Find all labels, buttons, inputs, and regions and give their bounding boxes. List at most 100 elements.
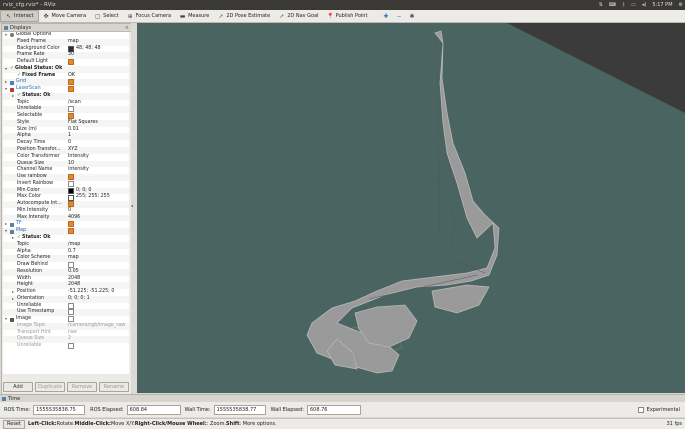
property-checkbox[interactable] [68,228,74,235]
property-checkbox[interactable] [68,174,74,181]
display-row[interactable]: Autocompute Int... [3,201,129,208]
expand-right-icon[interactable]: ▸ [12,235,14,242]
expand-down-icon[interactable]: ▾ [5,316,7,323]
power-icon[interactable]: ⚙ [679,2,683,8]
property-value[interactable]: intensity [68,167,89,174]
collapse-arrow-icon[interactable]: ◂ [131,203,133,208]
expand-right-icon[interactable]: ▸ [12,93,14,100]
property-checkbox[interactable] [68,343,74,350]
display-row[interactable]: ▾ LaserScan [3,86,129,93]
property-value[interactable]: 0 [68,140,71,147]
minus-icon[interactable]: − [396,13,401,20]
property-value[interactable]: 255; 255; 255 [68,194,110,201]
property-checkbox[interactable] [68,262,74,269]
expand-right-icon[interactable]: ▸ [12,296,14,303]
display-row[interactable]: Invert Rainbow [3,180,129,188]
plus-move-icon[interactable]: ✚ [383,13,388,20]
wall-time-field[interactable]: 1555535838.77 [213,404,266,415]
ros-time-field[interactable]: 1555535838.75 [33,404,86,415]
property-value[interactable] [68,113,74,120]
tool-2d-pose-estimate-button[interactable]: ➚ 2D Pose Estimate [213,11,274,21]
tool-move-camera-button[interactable]: ✥ Move Camera [39,11,91,21]
property-value[interactable]: 4096 [68,215,80,222]
property-checkbox[interactable] [68,316,74,323]
remove-button[interactable]: Remove [67,382,97,392]
display-row[interactable]: ▸ ✓Status: Ok [3,92,129,100]
property-value[interactable] [68,228,74,235]
displays-tree[interactable]: ▾ Global Options Fixed Frame map Background … [3,32,129,374]
property-value[interactable] [68,174,74,181]
display-row[interactable]: Color Transformer Intensity [3,154,129,161]
display-row[interactable]: ▾ Global Options [3,32,129,39]
expand-right-icon[interactable]: ▸ [5,79,7,86]
property-value[interactable]: 0.7 [68,249,76,256]
display-row[interactable]: ▾ ✓Global Status: Ok [3,65,129,73]
property-value[interactable] [68,59,74,66]
property-value[interactable] [68,309,74,316]
display-row[interactable]: Draw Behind [3,262,129,269]
property-value[interactable]: 0 [68,208,71,215]
display-row[interactable]: Default Light [3,59,129,66]
property-checkbox[interactable] [68,106,74,113]
property-value[interactable]: OK [68,73,75,80]
volume-icon[interactable]: ◂) [642,2,646,8]
display-row[interactable]: Use rainbow [3,174,129,181]
property-value[interactable]: 0; 0; 0; 1 [68,296,90,303]
display-row[interactable]: Decay Time 0 [3,140,129,147]
property-value[interactable]: map [68,255,79,262]
property-checkbox[interactable] [68,180,74,187]
panel-splitter[interactable]: ◂ [131,23,136,393]
property-value[interactable]: map [68,39,79,46]
clock[interactable]: 5:17 PM [652,2,672,8]
display-row[interactable]: Unreliable [3,343,129,350]
display-row[interactable]: ▸ ✓Status: Ok [3,235,129,242]
property-value[interactable] [68,201,74,208]
expand-down-icon[interactable]: ▾ [5,32,7,39]
tool-2d-nav-goal-button[interactable]: ➚ 2D Nav Goal [274,11,322,21]
add-button[interactable]: Add [3,382,33,392]
property-checkbox[interactable] [68,302,74,309]
property-value[interactable]: 0.05 [68,269,79,276]
display-row[interactable]: ▾ Map [3,228,129,235]
expand-right-icon[interactable]: ▸ [5,221,7,228]
battery-icon[interactable]: ▭ [631,2,636,8]
tool-interact-button[interactable]: ↖ Interact [0,10,39,22]
tool-select-button[interactable]: ▢ Select [90,11,122,21]
duplicate-button[interactable]: Duplicate [35,382,65,392]
property-checkbox[interactable] [68,59,74,66]
color-swatch[interactable] [68,194,74,201]
color-swatch[interactable] [68,188,74,194]
property-value[interactable] [68,79,74,86]
property-value[interactable] [68,316,74,323]
property-value[interactable]: 30 [68,52,74,59]
property-value[interactable]: Intensity [68,154,89,161]
display-row[interactable]: Selectable [3,113,129,120]
property-value[interactable]: XYZ [68,147,78,154]
property-value[interactable] [68,180,74,187]
property-value[interactable]: /map [68,242,80,249]
property-value[interactable] [68,106,74,113]
property-value[interactable] [68,302,74,309]
zoom-icon[interactable]: ✱ [409,13,414,20]
property-checkbox[interactable] [68,113,74,120]
ros-elapsed-field[interactable]: 608.84 [126,404,181,415]
property-value[interactable] [68,221,74,228]
keyboard-icon[interactable]: ⌨ [609,2,616,8]
property-value[interactable]: /scan [68,100,81,107]
display-row[interactable]: Fixed Frame map [3,38,129,46]
property-checkbox[interactable] [68,309,74,316]
display-row[interactable]: Position Transfor... XYZ [3,147,129,154]
experimental-checkbox[interactable] [637,406,644,413]
property-value[interactable] [68,86,74,93]
property-checkbox[interactable] [68,221,74,228]
property-checkbox[interactable] [68,201,74,208]
display-row[interactable]: Topic/map [3,241,129,249]
display-row[interactable]: Min Intensity 0 [3,208,129,215]
display-row[interactable]: ▾ Image [3,316,129,323]
property-checkbox[interactable] [68,86,74,93]
network-icon[interactable]: ⇅ [599,2,603,8]
display-row[interactable]: Style Flat Squares [3,119,129,127]
property-value[interactable]: -51.225; -51.225; 0 [68,289,114,296]
property-value[interactable]: Flat Squares [68,120,98,127]
rename-button[interactable]: Rename [99,382,129,392]
